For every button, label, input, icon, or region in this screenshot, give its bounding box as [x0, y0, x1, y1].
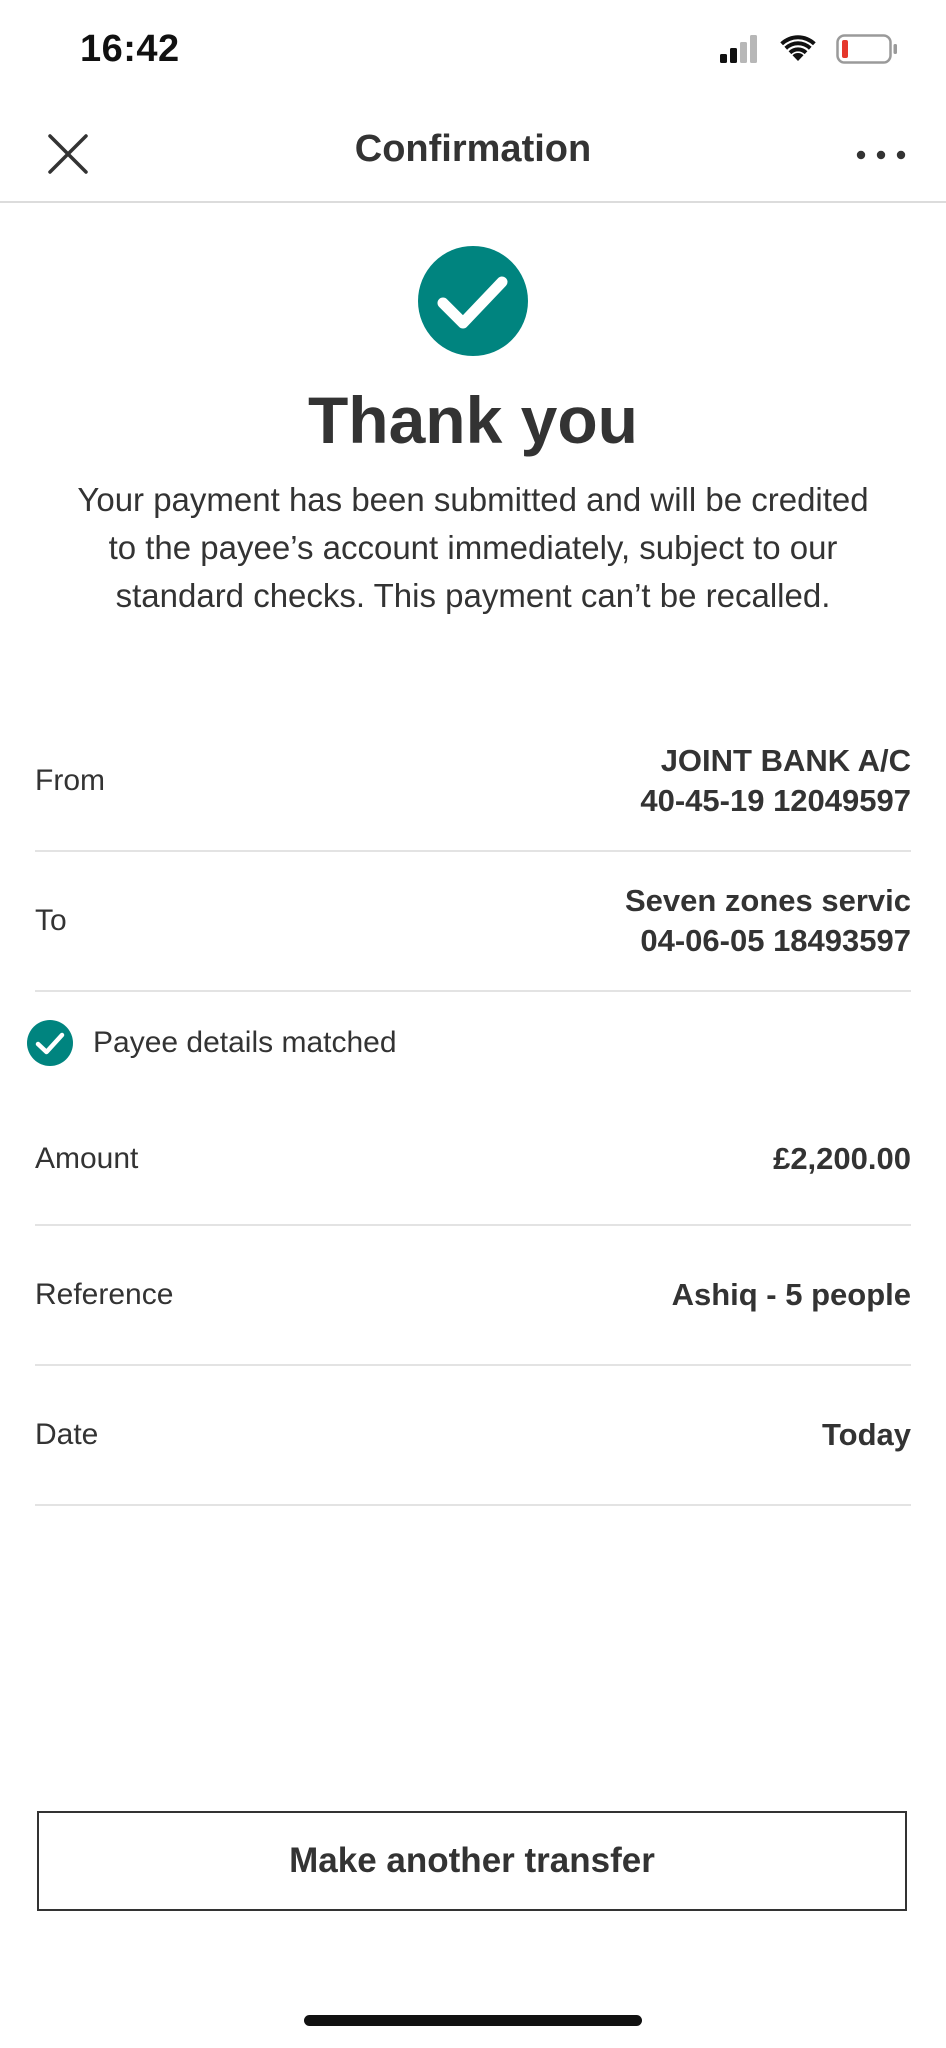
- navigation-header: Confirmation: [0, 100, 946, 203]
- to-label: To: [35, 904, 67, 937]
- from-value: JOINT BANK A/C 40-45-19 12049597: [640, 741, 911, 821]
- success-title: Thank you: [307, 383, 639, 457]
- status-bar: 16:42: [0, 0, 946, 100]
- more-horizontal-icon: [856, 147, 906, 165]
- payment-details: From JOINT BANK A/C 40-45-19 12049597 To…: [27, 712, 911, 1506]
- date-value: Today: [822, 1417, 911, 1452]
- payee-match-row: Payee details matched: [27, 992, 911, 1094]
- reference-label: Reference: [35, 1278, 174, 1311]
- detail-row-to: To Seven zones servic 04-06-05 18493597: [35, 852, 911, 992]
- check-circle-icon: [27, 1020, 73, 1066]
- to-value: Seven zones servic 04-06-05 18493597: [625, 881, 911, 961]
- home-indicator[interactable]: [304, 2015, 642, 2026]
- status-icons: [720, 33, 898, 69]
- from-account-name: JOINT BANK A/C: [660, 743, 911, 778]
- detail-row-date: Date Today: [35, 1366, 911, 1506]
- date-label: Date: [35, 1418, 99, 1451]
- from-label: From: [35, 764, 105, 797]
- page-title: Confirmation: [354, 128, 592, 170]
- detail-row-amount: Amount £2,200.00: [35, 1094, 911, 1226]
- status-time: 16:42: [80, 28, 180, 70]
- detail-row-from: From JOINT BANK A/C 40-45-19 12049597: [35, 712, 911, 852]
- make-another-transfer-button[interactable]: Make another transfer: [37, 1811, 907, 1911]
- amount-label: Amount: [35, 1142, 139, 1175]
- to-account-number: 04-06-05 18493597: [640, 923, 911, 958]
- success-message: Your payment has been submitted and will…: [77, 481, 869, 614]
- to-payee-name: Seven zones servic: [624, 883, 911, 918]
- payee-match-text: Payee details matched: [93, 1026, 397, 1059]
- wifi-icon: [780, 34, 816, 68]
- from-account-number: 40-45-19 12049597: [640, 783, 911, 818]
- check-circle-icon: [418, 246, 528, 356]
- amount-value: £2,200.00: [773, 1141, 911, 1176]
- cellular-signal-icon: [720, 34, 760, 68]
- detail-row-reference: Reference Ashiq - 5 people: [35, 1226, 911, 1366]
- more-options-button[interactable]: [846, 126, 916, 186]
- battery-low-icon: [836, 33, 898, 69]
- reference-value: Ashiq - 5 people: [671, 1277, 911, 1312]
